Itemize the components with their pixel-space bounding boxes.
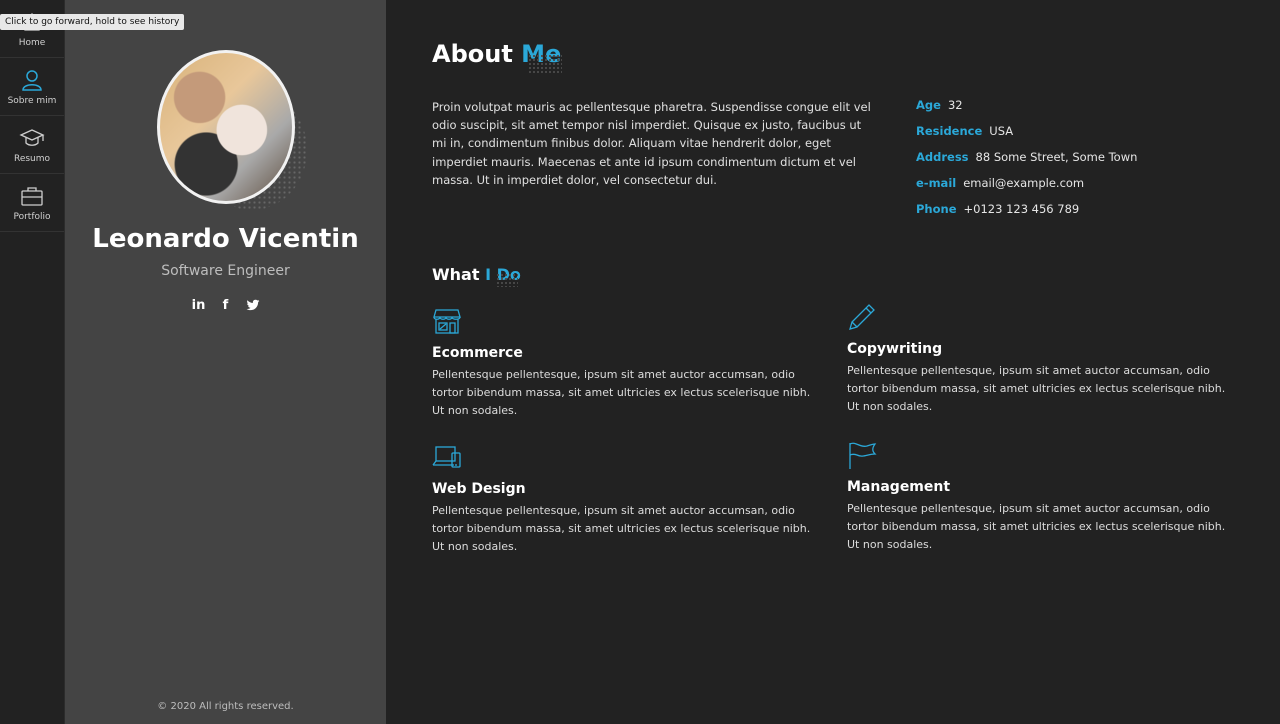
linkedin-icon[interactable]: in [192,297,206,313]
service-web-design: Web Design Pellentesque pellentesque, ip… [432,442,822,557]
title-dots [528,54,562,74]
info-row-age: Age 32 [916,98,1256,124]
briefcase-icon [21,187,43,206]
social-links: in f [65,297,386,313]
info-value: USA [989,124,1014,138]
service-title: Ecommerce [432,345,523,361]
info-row-email: e-mail email@example.com [916,176,1256,202]
twitter-icon[interactable] [246,297,260,313]
nav-item-portfolio[interactable]: Portfolio [0,174,64,232]
devices-icon [432,446,461,468]
user-icon [22,70,42,91]
graduation-cap-icon [19,129,45,146]
info-list: Age 32 Residence USA Address 88 Some Str… [916,98,1256,228]
info-value[interactable]: email@example.com [963,176,1084,202]
nav-item-label: Home [18,38,46,48]
info-key: Residence [916,124,983,138]
store-icon [433,309,461,334]
nav-item-label: Portfolio [13,212,51,222]
pencil-icon [849,304,875,330]
info-value: 32 [947,98,963,112]
nav-item-label: Resumo [13,154,51,164]
profile-name: Leonardo Vicentin [92,224,359,254]
service-text: Pellentesque pellentesque, ipsum sit ame… [432,504,811,554]
what-i-do-title-main: What [432,265,480,284]
info-value: 88 Some Street, Some Town [975,150,1138,164]
profile-role: Software Engineer [161,263,290,279]
main-content: About Me Proin volutpat mauris ac pellen… [386,0,1280,724]
service-copywriting: Copywriting Pellentesque pellentesque, i… [847,302,1237,417]
about-text: Proin volutpat mauris ac pellentesque ph… [432,100,871,187]
about-title-main: About [432,40,513,68]
what-i-do-title: What I Do [432,265,521,287]
service-text: Pellentesque pellentesque, ipsum sit ame… [847,502,1226,552]
avatar-block [157,50,307,210]
info-key: e-mail [916,176,957,190]
service-text: Pellentesque pellentesque, ipsum sit ame… [432,368,811,418]
info-row-residence: Residence USA [916,124,1256,150]
browser-tooltip: Click to go forward, hold to see history [0,14,185,30]
info-row-phone: Phone +0123 123 456 789 [916,202,1256,228]
copyright: © 2020 All rights reserved. [157,701,294,712]
info-key: Address [916,150,969,164]
service-title: Web Design [432,481,526,497]
service-title: Copywriting [847,341,943,357]
nav-item-resumo[interactable]: Resumo [0,116,64,174]
service-text: Pellentesque pellentesque, ipsum sit ame… [847,364,1226,414]
info-value: +0123 123 456 789 [963,202,1080,216]
info-row-address: Address 88 Some Street, Some Town [916,150,1256,176]
avatar [157,50,295,204]
nav-item-sobre-mim[interactable]: Sobre mim [0,58,64,116]
side-nav: Home Sobre mim Resumo Portfolio [0,0,65,724]
title-dots [496,273,518,287]
nav-item-label: Sobre mim [7,96,57,106]
facebook-icon[interactable]: f [219,297,233,313]
flag-icon [849,442,877,469]
service-ecommerce: Ecommerce Pellentesque pellentesque, ips… [432,306,822,421]
service-title: Management [847,479,951,495]
about-title: About Me [432,40,562,74]
service-management: Management Pellentesque pellentesque, ip… [847,440,1237,555]
info-key: Age [916,98,941,112]
info-key: Phone [916,202,957,216]
profile-panel: Leonardo Vicentin Software Engineer in f… [65,0,386,724]
